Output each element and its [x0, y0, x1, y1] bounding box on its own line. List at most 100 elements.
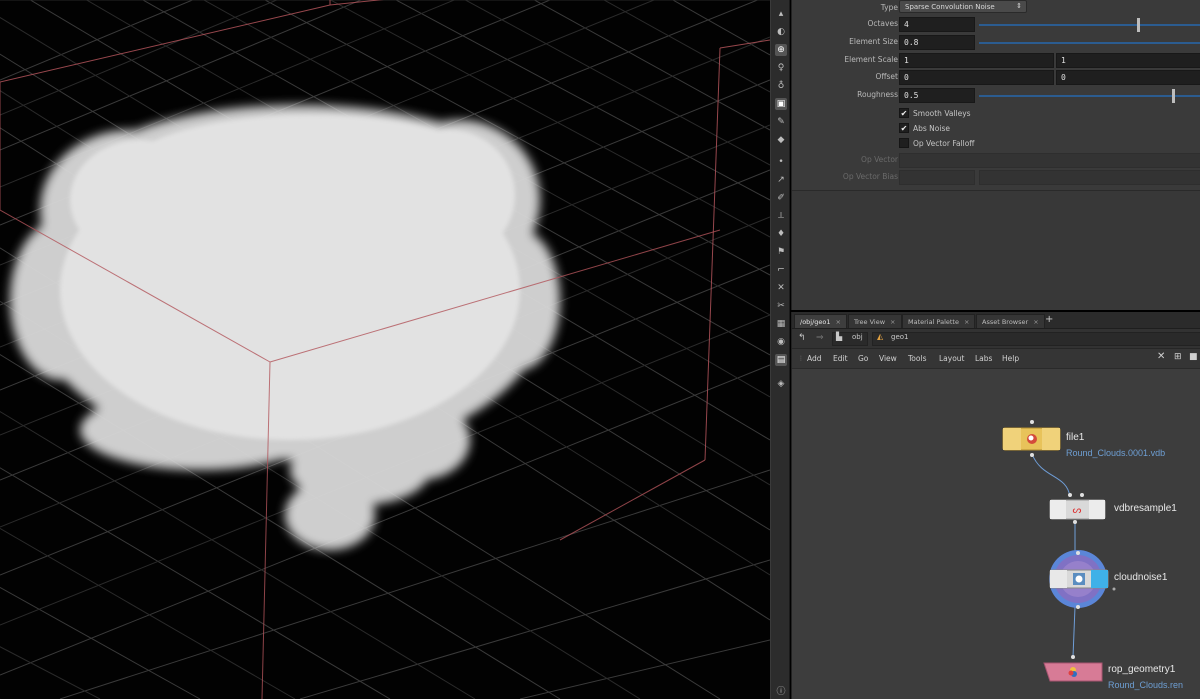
- tab-close-icon[interactable]: ×: [1033, 318, 1038, 326]
- op-vector-bias-label: Op Vector Bias: [842, 172, 898, 181]
- roughness-field[interactable]: 0.5: [899, 88, 975, 103]
- element-size-label: Element Size: [849, 37, 898, 46]
- menu-go[interactable]: Go: [858, 354, 868, 363]
- abs-noise-checkbox[interactable]: ✔: [899, 123, 909, 133]
- light-bulb-icon[interactable]: ♀: [775, 62, 787, 74]
- select-tool-icon[interactable]: ▴: [775, 8, 787, 20]
- view-tool-icon[interactable]: ◐: [775, 26, 787, 38]
- measure-icon[interactable]: ⟂: [775, 210, 787, 222]
- abs-noise-label: Abs Noise: [913, 124, 950, 133]
- info-icon[interactable]: ⓘ: [775, 686, 787, 698]
- roughness-slider-track[interactable]: [979, 95, 1200, 97]
- corner-icon[interactable]: ⌐: [775, 264, 787, 276]
- geo-icon: ◭: [877, 332, 884, 341]
- vdbresample1-node: ᔕ: [1049, 493, 1106, 524]
- viewport-scene: [0, 0, 770, 699]
- parameters-panel: Type Sparse Convolution Noise ⇕ Octaves …: [791, 0, 1200, 310]
- sculpt-icon[interactable]: ◆: [775, 134, 787, 146]
- obj-icon: ▙: [836, 332, 843, 341]
- octaves-field[interactable]: 4: [899, 17, 975, 32]
- arrow-diag-icon[interactable]: ↗: [775, 174, 787, 186]
- menu-edit[interactable]: Edit: [833, 354, 848, 363]
- smooth-valleys-checkbox[interactable]: ✔: [899, 108, 909, 118]
- smooth-valleys-label: Smooth Valleys: [913, 109, 971, 118]
- element-scale-x-field[interactable]: 1: [899, 53, 1054, 68]
- element-size-slider-track[interactable]: [979, 42, 1200, 44]
- element-scale-label: Element Scale: [844, 55, 898, 64]
- cloudnoise1-label[interactable]: cloudnoise1: [1114, 572, 1167, 583]
- file1-node: [1002, 420, 1061, 457]
- op-vector-falloff-label: Op Vector Falloff: [913, 139, 975, 148]
- octaves-label: Octaves: [867, 19, 898, 28]
- offset-y-field[interactable]: 0: [1056, 70, 1200, 85]
- network-editor: /obj/geo1 × Tree View × Material Palette × …: [791, 312, 1200, 699]
- tab-obj-geo1[interactable]: /obj/geo1 ×: [794, 314, 847, 328]
- menu-tools[interactable]: Tools: [908, 354, 926, 363]
- back-arrow-icon[interactable]: ↰: [798, 333, 806, 343]
- menu-add[interactable]: Add: [807, 354, 822, 363]
- octaves-slider-track[interactable]: [979, 24, 1200, 26]
- pane-tab-bar: /obj/geo1 × Tree View × Material Palette × …: [792, 312, 1200, 329]
- display-options-icon[interactable]: ■: [1189, 352, 1198, 362]
- grid-icon[interactable]: ▦: [775, 318, 787, 330]
- rop-geometry1-label[interactable]: rop_geometry1: [1108, 664, 1175, 675]
- roughness-slider-handle[interactable]: [1172, 89, 1176, 103]
- node-graph-canvas[interactable]: ᔕ file1 Round_Clouds.0001.vdb vdbresampl…: [792, 369, 1200, 699]
- offset-x-field[interactable]: 0: [899, 70, 1054, 85]
- render-icon[interactable]: ◈: [775, 378, 787, 390]
- edit-icon[interactable]: ✐: [775, 192, 787, 204]
- tab-label: Asset Browser: [982, 318, 1029, 326]
- menu-view[interactable]: View: [879, 354, 897, 363]
- param-op-vector: Op Vector: [792, 153, 1200, 169]
- menu-layout[interactable]: Layout: [939, 354, 965, 363]
- file1-label[interactable]: file1: [1066, 432, 1084, 443]
- param-element-scale: Element Scale 1 1: [792, 53, 1200, 69]
- element-scale-y-field[interactable]: 1: [1056, 53, 1200, 68]
- node-graph: ᔕ: [1002, 420, 1116, 682]
- pin-icon[interactable]: ♁: [775, 80, 787, 92]
- display-icon[interactable]: ▤: [775, 354, 787, 366]
- path-geo-box[interactable]: [872, 332, 1200, 346]
- dot-icon[interactable]: •: [775, 156, 787, 168]
- roughness-label: Roughness: [857, 90, 898, 99]
- vdbresample1-label[interactable]: vdbresample1: [1114, 503, 1177, 514]
- op-vector-bias-field[interactable]: [899, 170, 975, 185]
- op-vector-label: Op Vector: [861, 155, 898, 164]
- element-size-field[interactable]: 0.8: [899, 35, 975, 50]
- snap-icon[interactable]: ▣: [775, 98, 787, 110]
- flag-icon[interactable]: ⚑: [775, 246, 787, 258]
- tab-close-icon[interactable]: ×: [964, 318, 969, 326]
- 3d-viewport[interactable]: [0, 0, 770, 699]
- tab-tree-view[interactable]: Tree View ×: [848, 314, 902, 328]
- cloudnoise1-node: [1049, 550, 1116, 609]
- type-dropdown[interactable]: Sparse Convolution Noise ⇕: [899, 0, 1027, 13]
- camera-icon[interactable]: ◉: [775, 336, 787, 348]
- op-vector-bias-slider[interactable]: [979, 170, 1200, 185]
- tab-material-palette[interactable]: Material Palette ×: [902, 314, 976, 328]
- params-empty-area: [792, 191, 1200, 310]
- op-vector-field[interactable]: [899, 153, 1200, 168]
- handle-tool-icon[interactable]: ⊕: [775, 44, 787, 56]
- wrench-icon[interactable]: ♦: [775, 228, 787, 240]
- tab-close-icon[interactable]: ×: [836, 318, 841, 326]
- menu-help[interactable]: Help: [1002, 354, 1019, 363]
- add-tab-icon[interactable]: +: [1045, 314, 1053, 325]
- menu-grip-icon: ⋮: [798, 355, 804, 362]
- menu-labs[interactable]: Labs: [975, 354, 992, 363]
- path-obj[interactable]: obj: [852, 333, 863, 341]
- tab-asset-browser[interactable]: Asset Browser ×: [976, 314, 1045, 328]
- path-geo[interactable]: geo1: [891, 333, 909, 341]
- param-op-vector-bias: Op Vector Bias: [792, 170, 1200, 186]
- scissors-icon[interactable]: ✂: [775, 300, 787, 312]
- paint-icon[interactable]: ✎: [775, 116, 787, 128]
- forward-arrow-icon[interactable]: ⇒: [816, 333, 824, 343]
- rop-geometry1-filename: Round_Clouds.ren: [1108, 680, 1184, 690]
- network-view-icon[interactable]: ⊞: [1174, 352, 1182, 362]
- octaves-slider-handle[interactable]: [1136, 18, 1140, 32]
- crosshair-icon[interactable]: ✕: [775, 282, 787, 294]
- param-type: Type Sparse Convolution Noise ⇕: [792, 0, 1200, 16]
- tab-close-icon[interactable]: ×: [890, 318, 895, 326]
- op-vector-falloff-checkbox[interactable]: [899, 138, 909, 148]
- path-bar: ↰ ⇒ ▙ obj ◭ geo1: [792, 329, 1200, 349]
- tools-icon[interactable]: ✕: [1157, 351, 1165, 362]
